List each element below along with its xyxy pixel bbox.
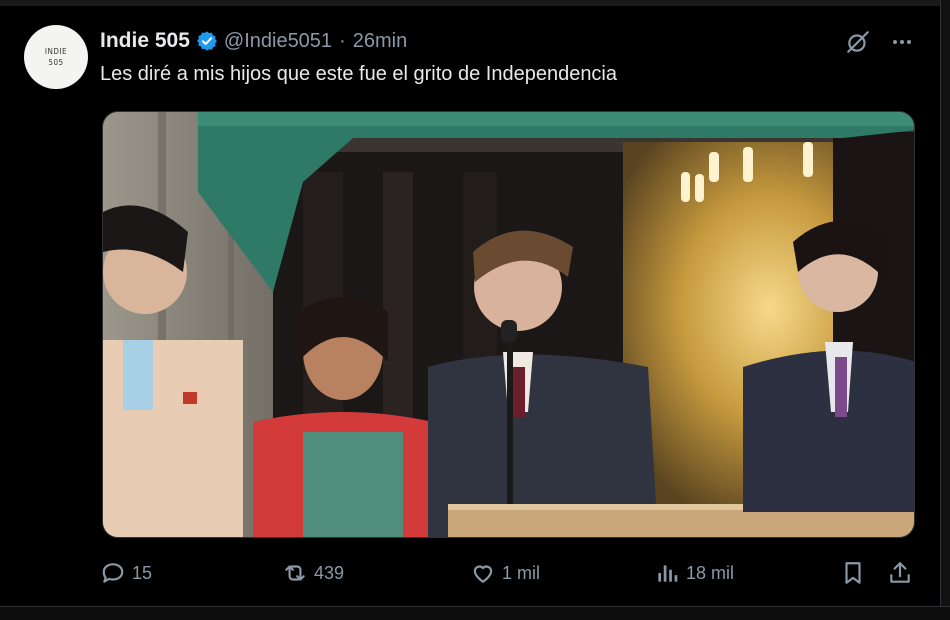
avatar[interactable]: INDIE 505: [24, 25, 88, 89]
window-bottom-border: [0, 606, 950, 620]
like-button[interactable]: 1 mil: [470, 557, 540, 589]
reply-icon: [102, 563, 124, 583]
reply-count: 15: [132, 562, 153, 583]
reply-button[interactable]: 15: [100, 557, 152, 589]
repost-icon: [285, 565, 305, 581]
share-icon: [890, 562, 910, 583]
repost-count: 439: [314, 562, 345, 583]
verified-badge-icon: [196, 31, 217, 51]
views-button[interactable]: 18 mil: [654, 557, 734, 589]
tweet-media-photo[interactable]: [102, 111, 915, 538]
bookmark-icon: [845, 562, 861, 584]
avatar-text-line2: 505: [48, 58, 64, 67]
window-top-border: [0, 0, 950, 6]
bookmark-button[interactable]: [840, 557, 866, 589]
avatar-text-line1: INDIE: [44, 47, 68, 56]
separator-dot: ·: [339, 29, 346, 52]
media-illustration: [103, 112, 914, 537]
share-button[interactable]: [887, 557, 913, 589]
display-name[interactable]: Indie 505: [100, 29, 190, 53]
tweet-header: Indie 505 @Indie5051 · 26min: [100, 27, 407, 55]
views-icon: [658, 565, 678, 582]
views-count: 18 mil: [686, 562, 735, 583]
more-icon[interactable]: [887, 28, 917, 56]
like-icon: [473, 565, 493, 583]
window-scrollbar[interactable]: [940, 0, 950, 620]
tweet-card[interactable]: INDIE 505 Indie 505 @Indie5051 · 26min L…: [0, 0, 950, 620]
tweet-actions-bar: 15 439 1 mil 18 mil: [100, 557, 920, 589]
like-count: 1 mil: [502, 562, 541, 583]
user-handle[interactable]: @Indie5051: [224, 30, 332, 53]
tweet-text: Les diré a mis hijos que este fue el gri…: [100, 63, 618, 85]
top-actions: [843, 28, 917, 56]
grok-icon[interactable]: [843, 28, 873, 56]
timestamp[interactable]: 26min: [353, 30, 407, 53]
repost-button[interactable]: 439: [282, 557, 344, 589]
